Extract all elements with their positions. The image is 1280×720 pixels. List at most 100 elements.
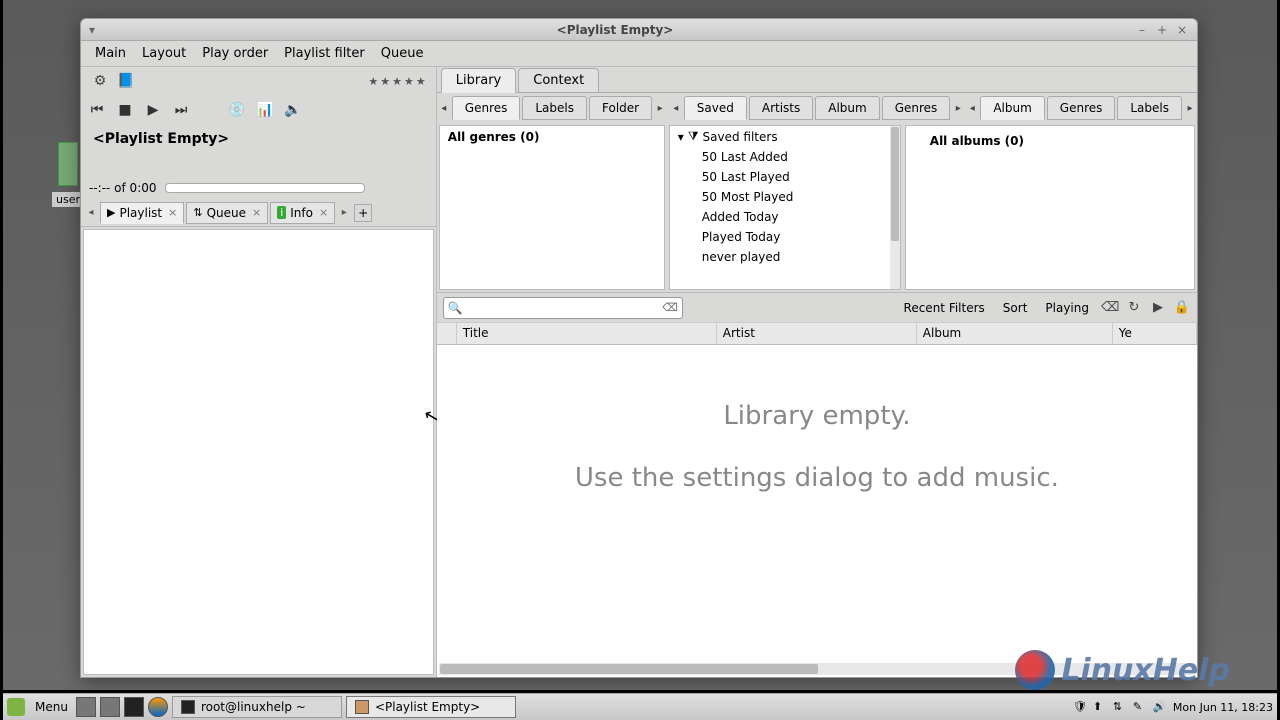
book-icon[interactable]: 📘 xyxy=(115,70,137,92)
menu-button[interactable]: Menu xyxy=(29,698,74,716)
sort-button[interactable]: Sort xyxy=(997,299,1034,317)
taskbar-task-player[interactable]: <Playlist Empty> xyxy=(346,696,516,718)
browser-tab-genres[interactable]: Genres xyxy=(452,96,521,120)
column-artist[interactable]: Artist xyxy=(717,323,917,344)
tab-scroll-right-icon[interactable]: ▸ xyxy=(336,207,352,218)
funnel-icon: ⧩ xyxy=(688,129,699,144)
desktop-icon[interactable] xyxy=(58,142,78,186)
chevron-down-icon[interactable]: ▾ xyxy=(678,130,684,144)
saved-filters-header[interactable]: ▾ ⧩ Saved filters xyxy=(670,126,900,147)
close-tab-icon[interactable]: × xyxy=(319,206,328,219)
mint-menu-icon[interactable] xyxy=(7,698,25,716)
close-tab-icon[interactable]: × xyxy=(252,206,261,219)
firefox-icon[interactable] xyxy=(148,697,168,717)
titlebar[interactable]: ▾ <Playlist Empty> – + × xyxy=(81,19,1197,41)
scroll-left-icon[interactable]: ◂ xyxy=(437,103,451,114)
row-handle-column[interactable] xyxy=(437,323,457,344)
rating-stars[interactable]: ★ ★ ★ ★ ★ xyxy=(368,75,429,88)
star-icon[interactable]: ★ xyxy=(416,75,426,88)
menu-playlist-filter[interactable]: Playlist filter xyxy=(276,43,373,64)
filter-added-today[interactable]: Added Today xyxy=(670,207,900,227)
scroll-right-icon[interactable]: ▸ xyxy=(1183,103,1197,114)
previous-button[interactable]: ⏮ xyxy=(87,102,107,118)
equalizer-icon[interactable]: 📊 xyxy=(255,102,275,118)
browser-tab-artists[interactable]: Artists xyxy=(749,96,813,120)
genres-column[interactable]: All genres (0) xyxy=(439,125,665,290)
playing-button[interactable]: Playing xyxy=(1039,299,1095,317)
disc-icon[interactable]: 💿 xyxy=(227,102,247,118)
scroll-left-icon[interactable]: ◂ xyxy=(669,103,683,114)
search-input[interactable]: 🔍 ⌫ xyxy=(443,297,683,319)
horizontal-scrollbar[interactable] xyxy=(439,663,1195,675)
stop-button[interactable]: ■ xyxy=(115,102,135,118)
playlist-area[interactable]: ↖ xyxy=(83,229,434,675)
filter-50-most-played[interactable]: 50 Most Played xyxy=(670,187,900,207)
star-icon[interactable]: ★ xyxy=(368,75,378,88)
minimize-button[interactable]: – xyxy=(1135,23,1149,37)
browser-tab-album[interactable]: Album xyxy=(980,96,1044,120)
tray-icon[interactable]: ✎ xyxy=(1133,700,1147,714)
play-button[interactable]: ▶ xyxy=(143,102,163,118)
column-title[interactable]: Title xyxy=(457,323,717,344)
lock-icon[interactable]: 🔒 xyxy=(1173,300,1191,315)
play-icon[interactable]: ▶ xyxy=(1149,300,1167,315)
tray-icon[interactable]: 🛡 xyxy=(1073,700,1087,714)
tab-info[interactable]: i Info × xyxy=(270,202,335,224)
taskbar-task-terminal[interactable]: root@linuxhelp ~ xyxy=(172,696,342,718)
network-icon[interactable]: ⇅ xyxy=(1113,700,1127,714)
filter-never-played[interactable]: never played xyxy=(670,247,900,267)
tab-context[interactable]: Context xyxy=(518,68,599,92)
show-desktop-icon[interactable] xyxy=(76,697,96,717)
next-button[interactable]: ⏭ xyxy=(171,102,191,118)
clear-icon[interactable]: ⌫ xyxy=(1101,300,1119,315)
close-button[interactable]: × xyxy=(1175,23,1189,37)
all-genres-header[interactable]: All genres (0) xyxy=(440,126,664,148)
browser-tab-genres[interactable]: Genres xyxy=(882,96,951,120)
tab-scroll-left-icon[interactable]: ◂ xyxy=(83,207,99,218)
clear-search-icon[interactable]: ⌫ xyxy=(662,301,678,314)
browser-tab-folder[interactable]: Folder xyxy=(589,96,652,120)
column-album[interactable]: Album xyxy=(917,323,1113,344)
terminal-icon[interactable] xyxy=(124,697,144,717)
albums-column[interactable]: All albums (0) xyxy=(905,125,1195,290)
star-icon[interactable]: ★ xyxy=(404,75,414,88)
maximize-button[interactable]: + xyxy=(1155,23,1169,37)
close-tab-icon[interactable]: × xyxy=(168,206,177,219)
settings-icon[interactable]: ⚙ xyxy=(89,70,111,92)
menu-main[interactable]: Main xyxy=(87,43,134,64)
recent-filters-button[interactable]: Recent Filters xyxy=(898,299,991,317)
filter-50-last-added[interactable]: 50 Last Added xyxy=(670,147,900,167)
menu-queue[interactable]: Queue xyxy=(373,43,432,64)
all-albums-header[interactable]: All albums (0) xyxy=(906,126,1194,156)
clock[interactable]: Mon Jun 11, 18:23 xyxy=(1173,701,1273,714)
taskbar[interactable]: Menu root@linuxhelp ~ <Playlist Empty> 🛡… xyxy=(3,693,1277,720)
browser-tab-labels[interactable]: Labels xyxy=(1117,96,1182,120)
progress-slider[interactable] xyxy=(165,183,365,193)
add-tab-button[interactable]: + xyxy=(354,204,372,222)
tab-queue[interactable]: ⇅ Queue × xyxy=(186,202,268,224)
tab-library[interactable]: Library xyxy=(441,68,516,93)
browser-tab-saved[interactable]: Saved xyxy=(684,96,747,120)
saved-filters-column[interactable]: ▾ ⧩ Saved filters 50 Last Added 50 Last … xyxy=(669,125,901,290)
star-icon[interactable]: ★ xyxy=(380,75,390,88)
volume-icon[interactable]: 🔊 xyxy=(1153,700,1167,714)
browser-tab-album[interactable]: Album xyxy=(815,96,879,120)
tab-playlist[interactable]: ▶ Playlist × xyxy=(100,202,184,224)
scroll-right-icon[interactable]: ▸ xyxy=(951,103,965,114)
window-menu-dropdown-icon[interactable]: ▾ xyxy=(81,23,103,37)
menu-layout[interactable]: Layout xyxy=(134,43,194,64)
column-year[interactable]: Ye xyxy=(1113,323,1197,344)
browser-tab-genres[interactable]: Genres xyxy=(1047,96,1116,120)
tray-icon[interactable]: ⬆ xyxy=(1093,700,1107,714)
scroll-right-icon[interactable]: ▸ xyxy=(653,103,667,114)
filter-50-last-played[interactable]: 50 Last Played xyxy=(670,167,900,187)
menu-play-order[interactable]: Play order xyxy=(194,43,276,64)
files-icon[interactable] xyxy=(100,697,120,717)
mute-icon[interactable]: 🔈 xyxy=(283,102,303,118)
filter-played-today[interactable]: Played Today xyxy=(670,227,900,247)
star-icon[interactable]: ★ xyxy=(392,75,402,88)
scrollbar[interactable] xyxy=(890,126,900,289)
scroll-left-icon[interactable]: ◂ xyxy=(965,103,979,114)
refresh-icon[interactable]: ↻ xyxy=(1125,300,1143,315)
browser-tab-labels[interactable]: Labels xyxy=(522,96,587,120)
